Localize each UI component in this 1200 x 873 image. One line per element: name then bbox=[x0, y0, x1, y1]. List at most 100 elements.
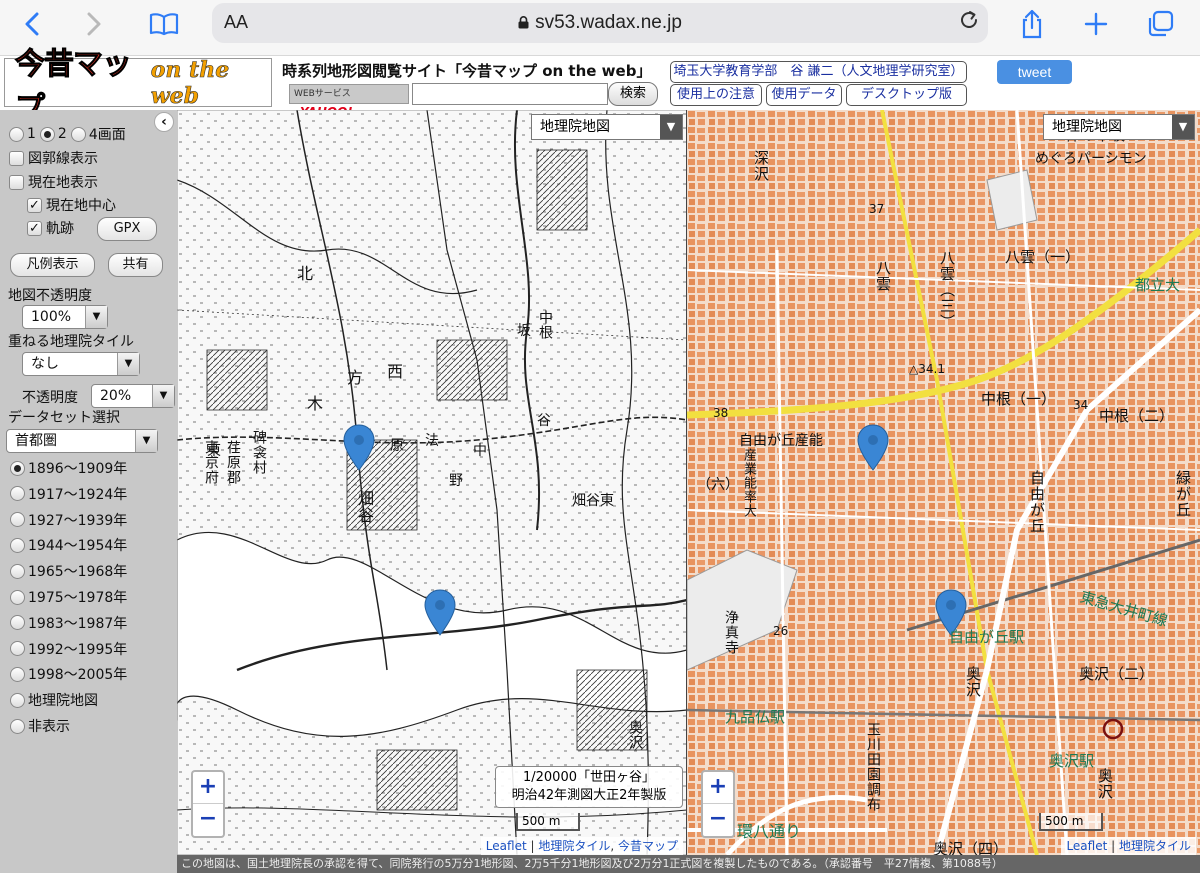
data-used-link[interactable]: 使用データ bbox=[766, 84, 842, 106]
overlay-opacity-label: 不透明度 bbox=[22, 390, 78, 406]
modern-map-image[interactable] bbox=[687, 110, 1200, 855]
konjaku-link[interactable]: 今昔マップ bbox=[618, 839, 678, 853]
period-option[interactable]: 地理院地図 bbox=[10, 689, 98, 711]
share-icon[interactable] bbox=[1012, 8, 1052, 40]
opacity-label: 地図不透明度 bbox=[8, 288, 92, 304]
reload-icon[interactable] bbox=[958, 9, 980, 37]
center-checkbox[interactable]: ✓ bbox=[27, 197, 42, 213]
period-option[interactable]: 1983〜1987年 bbox=[10, 612, 127, 634]
forward-icon[interactable] bbox=[74, 8, 114, 40]
period-radio[interactable] bbox=[10, 512, 25, 528]
map-sheet-date: 明治42年測図大正2年製版 bbox=[511, 788, 667, 803]
period-radio[interactable] bbox=[10, 537, 25, 553]
map-label: めぐろパーシモン bbox=[1035, 151, 1147, 167]
map-label: 奥沢 bbox=[627, 720, 643, 750]
period-option[interactable]: 1896〜1909年 bbox=[10, 457, 127, 479]
location-checkbox[interactable] bbox=[9, 174, 24, 190]
overlay-opacity-select[interactable]: 20% ▼ bbox=[91, 384, 175, 408]
period-option[interactable]: 1927〜1939年 bbox=[10, 509, 127, 531]
period-option[interactable]: 1944〜1954年 bbox=[10, 534, 127, 556]
map-label: 34 bbox=[1073, 398, 1089, 412]
leaflet-link[interactable]: Leaflet bbox=[1066, 839, 1107, 853]
usage-notes-link[interactable]: 使用上の注意 bbox=[670, 84, 762, 106]
yahoo-badge-label: WEBサービス bbox=[294, 89, 351, 99]
center-toggle-row[interactable]: ✓ 現在地中心 bbox=[27, 194, 116, 216]
grid-toggle-row[interactable]: 図郭線表示 bbox=[9, 147, 98, 169]
left-layer-select[interactable]: 地理院地図 ▼ bbox=[531, 114, 683, 140]
zoom-in-button[interactable]: + bbox=[703, 772, 733, 804]
period-radio[interactable] bbox=[10, 718, 25, 734]
site-logo[interactable]: 今昔マップ on the web bbox=[4, 46, 272, 126]
overlay-select[interactable]: なし ▼ bbox=[22, 352, 140, 376]
back-icon[interactable] bbox=[12, 8, 52, 40]
period-label: 1983〜1987年 bbox=[28, 615, 128, 632]
period-radio[interactable] bbox=[10, 589, 25, 605]
grid-checkbox[interactable] bbox=[9, 150, 24, 166]
period-radio[interactable] bbox=[10, 460, 25, 476]
period-option[interactable]: 1975〜1978年 bbox=[10, 586, 127, 608]
period-option[interactable]: 1992〜1995年 bbox=[10, 638, 127, 660]
address-bar[interactable]: AA sv53.wadax.ne.jp bbox=[212, 3, 988, 43]
map-sheet-title: 1/20000「世田ヶ谷」 bbox=[522, 770, 655, 785]
map-label: 西 bbox=[387, 362, 404, 381]
chevron-down-icon: ▼ bbox=[1172, 115, 1194, 139]
map-label: 奥沢（四） bbox=[933, 840, 1009, 855]
legend-button[interactable]: 凡例表示 bbox=[10, 253, 95, 277]
leaflet-link[interactable]: Leaflet bbox=[486, 839, 527, 853]
map-label: 深沢 bbox=[752, 150, 770, 182]
zoom-out-button[interactable]: − bbox=[703, 804, 733, 836]
opacity-value: 100% bbox=[31, 309, 72, 325]
period-radio[interactable] bbox=[10, 666, 25, 682]
location-toggle-row[interactable]: 現在地表示 bbox=[9, 171, 98, 193]
track-toggle-row[interactable]: ✓ 軌跡 bbox=[27, 217, 74, 239]
desktop-version-link[interactable]: デスクトップ版 bbox=[846, 84, 967, 106]
gsi-tiles-link[interactable]: 地理院タイル bbox=[1119, 839, 1191, 853]
tabs-overview-icon[interactable] bbox=[1140, 8, 1180, 40]
historical-map-image[interactable] bbox=[177, 110, 687, 855]
tweet-button[interactable]: tweet bbox=[997, 60, 1072, 84]
gsi-tiles-link[interactable]: 地理院タイル bbox=[538, 839, 610, 853]
period-radio[interactable] bbox=[10, 563, 25, 579]
period-option[interactable]: 1965〜1968年 bbox=[10, 560, 127, 582]
period-radio[interactable] bbox=[10, 641, 25, 657]
chevron-down-icon: ▼ bbox=[85, 306, 107, 328]
right-layer-select[interactable]: 地理院地図 ▼ bbox=[1043, 114, 1195, 140]
url-text: sv53.wadax.ne.jp bbox=[535, 12, 682, 33]
map-label: 木 bbox=[307, 394, 324, 413]
author-link[interactable]: 埼玉大学教育学部 谷 謙二（人文地理学研究室） bbox=[670, 61, 967, 83]
period-option[interactable]: 非表示 bbox=[10, 715, 70, 737]
period-label: 1975〜1978年 bbox=[28, 590, 128, 606]
collapse-sidebar-icon[interactable]: ‹ bbox=[154, 112, 174, 132]
chevron-down-icon: ▼ bbox=[117, 353, 139, 375]
modern-map-pane[interactable]: 柿の木坂 めぐろパーシモン 都立大 八雲（一） 中根（一） 中根（二） 自由が丘… bbox=[687, 110, 1200, 855]
period-label: 1944〜1954年 bbox=[28, 538, 128, 555]
right-zoom-control: + − bbox=[701, 770, 735, 838]
period-radio[interactable] bbox=[10, 486, 25, 502]
opacity-select[interactable]: 100% ▼ bbox=[22, 305, 108, 329]
bookmarks-icon[interactable] bbox=[144, 8, 184, 40]
period-radio[interactable] bbox=[10, 692, 25, 708]
screen-2-label: 2 bbox=[57, 126, 67, 142]
share-button[interactable]: 共有 bbox=[108, 253, 163, 277]
gpx-button[interactable]: GPX bbox=[97, 217, 157, 241]
chevron-down-icon: ▼ bbox=[660, 115, 682, 139]
zoom-out-button[interactable]: − bbox=[193, 804, 223, 836]
screen-4-radio[interactable] bbox=[70, 126, 86, 142]
period-option[interactable]: 1998〜2005年 bbox=[10, 663, 127, 685]
left-layer-value: 地理院地図 bbox=[540, 119, 610, 135]
screen-1-radio[interactable] bbox=[9, 126, 24, 142]
map-label: 中根（二） bbox=[1099, 407, 1175, 425]
period-label: 1896〜1909年 bbox=[28, 461, 128, 477]
zoom-in-button[interactable]: + bbox=[193, 772, 223, 804]
search-button[interactable]: 検索 bbox=[608, 82, 658, 106]
period-option[interactable]: 1917〜1924年 bbox=[10, 483, 127, 505]
dataset-select[interactable]: 首都圏 ▼ bbox=[6, 429, 158, 453]
period-radio[interactable] bbox=[10, 615, 25, 631]
historical-map-pane[interactable]: 東京府 荏原郡 碑衾村 北 坂 中根 西 方 木 東 畑谷 原 法 野 中 谷 … bbox=[177, 110, 687, 855]
place-search-input[interactable] bbox=[412, 83, 608, 105]
logo-sub-text: on the web bbox=[150, 56, 230, 109]
track-checkbox[interactable]: ✓ bbox=[27, 220, 42, 236]
map-label: 北 bbox=[297, 264, 314, 283]
new-tab-icon[interactable] bbox=[1076, 8, 1116, 40]
screen-2-radio[interactable] bbox=[39, 126, 55, 142]
